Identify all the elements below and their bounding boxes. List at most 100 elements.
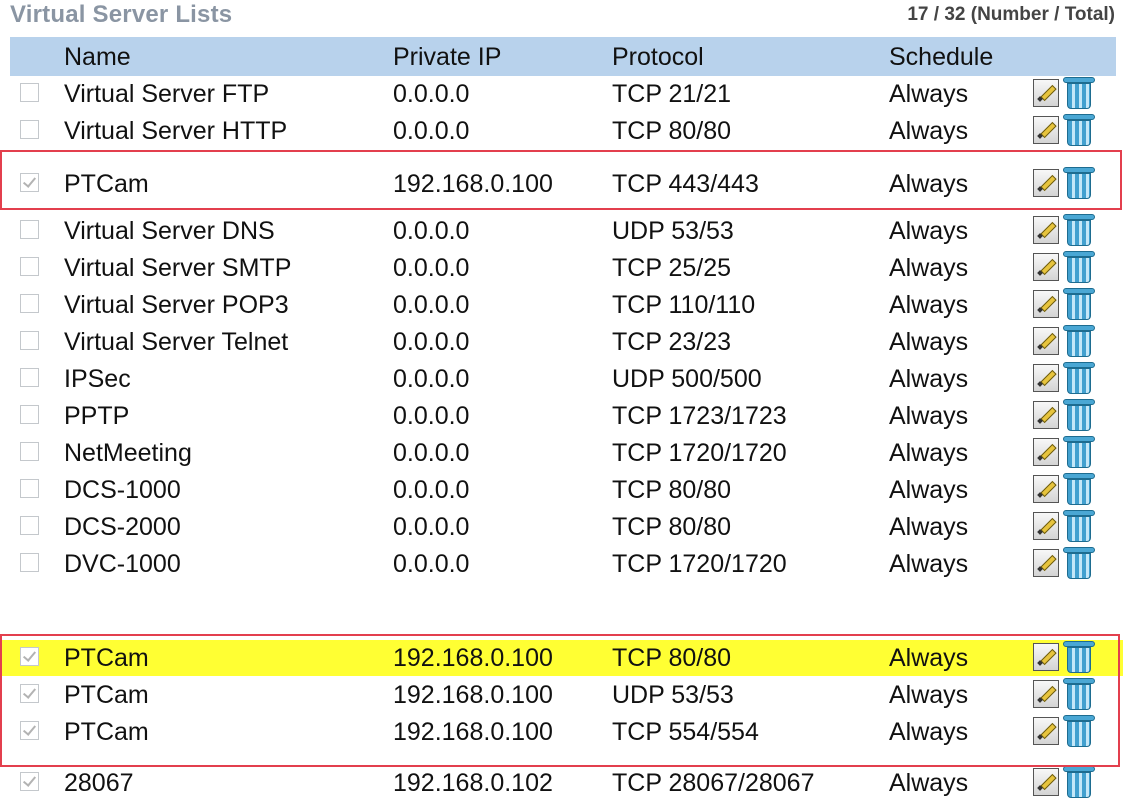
trash-body-icon bbox=[1067, 220, 1091, 246]
schedule-cell: Always bbox=[889, 476, 969, 504]
schedule-cell: Always bbox=[889, 328, 969, 356]
protocol-cell: UDP 53/53 bbox=[612, 217, 734, 245]
edit-icon[interactable] bbox=[1033, 79, 1059, 107]
protocol-cell: UDP 500/500 bbox=[612, 365, 762, 393]
edit-icon[interactable] bbox=[1033, 438, 1059, 466]
column-header-private-ip: Private IP bbox=[393, 43, 502, 71]
table-row: Virtual Server POP3 0.0.0.0 TCP 110/110 Alw… bbox=[0, 287, 1123, 323]
server-name-cell: DVC-1000 bbox=[64, 550, 181, 578]
row-enable-checkbox[interactable] bbox=[20, 257, 39, 276]
row-enable-checkbox[interactable] bbox=[20, 479, 39, 498]
row-enable-checkbox[interactable] bbox=[20, 772, 39, 791]
trash-body-icon bbox=[1067, 368, 1091, 394]
private-ip-cell: 0.0.0.0 bbox=[393, 513, 470, 541]
edit-icon[interactable] bbox=[1033, 475, 1059, 503]
edit-icon[interactable] bbox=[1033, 768, 1059, 796]
table-row: Virtual Server HTTP 0.0.0.0 TCP 80/80 Alway… bbox=[0, 113, 1123, 149]
server-name-cell: Virtual Server HTTP bbox=[64, 117, 288, 145]
trash-icon[interactable] bbox=[1062, 399, 1096, 431]
private-ip-cell: 0.0.0.0 bbox=[393, 439, 470, 467]
edit-icon[interactable] bbox=[1033, 364, 1059, 392]
trash-body-icon bbox=[1067, 516, 1091, 542]
trash-body-icon bbox=[1067, 405, 1091, 431]
schedule-cell: Always bbox=[889, 513, 969, 541]
edit-icon[interactable] bbox=[1033, 290, 1059, 318]
row-enable-checkbox[interactable] bbox=[20, 331, 39, 350]
column-header-schedule: Schedule bbox=[889, 43, 994, 71]
server-name-cell: IPSec bbox=[64, 365, 131, 393]
trash-icon[interactable] bbox=[1062, 114, 1096, 146]
trash-body-icon bbox=[1067, 257, 1091, 283]
private-ip-cell: 0.0.0.0 bbox=[393, 117, 470, 145]
trash-body-icon bbox=[1067, 442, 1091, 468]
row-enable-checkbox[interactable] bbox=[20, 294, 39, 313]
table-row: NetMeeting 0.0.0.0 TCP 1720/1720 Always bbox=[0, 435, 1123, 471]
table-header: Name Private IP Protocol Schedule bbox=[10, 37, 1116, 76]
private-ip-cell: 192.168.0.102 bbox=[393, 769, 553, 797]
trash-icon[interactable] bbox=[1062, 766, 1096, 798]
private-ip-cell: 0.0.0.0 bbox=[393, 402, 470, 430]
column-header-protocol: Protocol bbox=[612, 43, 704, 71]
server-name-cell: DCS-1000 bbox=[64, 476, 181, 504]
protocol-cell: TCP 23/23 bbox=[612, 328, 732, 356]
row-enable-checkbox[interactable] bbox=[20, 516, 39, 535]
row-enable-checkbox[interactable] bbox=[20, 442, 39, 461]
edit-icon[interactable] bbox=[1033, 549, 1059, 577]
private-ip-cell: 0.0.0.0 bbox=[393, 291, 470, 319]
server-name-cell: Virtual Server DNS bbox=[64, 217, 275, 245]
trash-icon[interactable] bbox=[1062, 77, 1096, 109]
server-name-cell: Virtual Server POP3 bbox=[64, 291, 289, 319]
edit-icon[interactable] bbox=[1033, 327, 1059, 355]
row-enable-checkbox[interactable] bbox=[20, 220, 39, 239]
record-count: 17 / 32 (Number / Total) bbox=[907, 4, 1115, 25]
edit-icon[interactable] bbox=[1033, 401, 1059, 429]
edit-icon[interactable] bbox=[1033, 512, 1059, 540]
trash-icon[interactable] bbox=[1062, 288, 1096, 320]
private-ip-cell: 0.0.0.0 bbox=[393, 80, 470, 108]
private-ip-cell: 0.0.0.0 bbox=[393, 550, 470, 578]
server-name-cell: NetMeeting bbox=[64, 439, 192, 467]
row-enable-checkbox[interactable] bbox=[20, 405, 39, 424]
column-header-name: Name bbox=[64, 43, 131, 71]
schedule-cell: Always bbox=[889, 550, 969, 578]
trash-icon[interactable] bbox=[1062, 362, 1096, 394]
edit-icon[interactable] bbox=[1033, 116, 1059, 144]
trash-body-icon bbox=[1067, 553, 1091, 579]
row-enable-checkbox[interactable] bbox=[20, 83, 39, 102]
trash-icon[interactable] bbox=[1062, 436, 1096, 468]
table-row: PPTP 0.0.0.0 TCP 1723/1723 Always bbox=[0, 398, 1123, 434]
trash-icon[interactable] bbox=[1062, 510, 1096, 542]
row-enable-checkbox[interactable] bbox=[20, 553, 39, 572]
protocol-cell: TCP 21/21 bbox=[612, 80, 732, 108]
edit-icon[interactable] bbox=[1033, 216, 1059, 244]
trash-icon[interactable] bbox=[1062, 325, 1096, 357]
protocol-cell: TCP 1720/1720 bbox=[612, 550, 787, 578]
private-ip-cell: 0.0.0.0 bbox=[393, 476, 470, 504]
schedule-cell: Always bbox=[889, 365, 969, 393]
trash-icon[interactable] bbox=[1062, 251, 1096, 283]
schedule-cell: Always bbox=[889, 117, 969, 145]
row-enable-checkbox[interactable] bbox=[20, 120, 39, 139]
server-name-cell: Virtual Server FTP bbox=[64, 80, 270, 108]
edit-icon[interactable] bbox=[1033, 253, 1059, 281]
row-enable-checkbox[interactable] bbox=[20, 368, 39, 387]
trash-icon[interactable] bbox=[1062, 214, 1096, 246]
protocol-cell: TCP 80/80 bbox=[612, 513, 732, 541]
trash-body-icon bbox=[1067, 120, 1091, 146]
annotation-box-row-group bbox=[0, 634, 1120, 767]
server-name-cell: PPTP bbox=[64, 402, 130, 430]
protocol-cell: TCP 110/110 bbox=[612, 291, 756, 319]
trash-icon[interactable] bbox=[1062, 547, 1096, 579]
protocol-cell: TCP 28067/28067 bbox=[612, 769, 815, 797]
table-row: DCS-1000 0.0.0.0 TCP 80/80 Always bbox=[0, 472, 1123, 508]
table-row: Virtual Server FTP 0.0.0.0 TCP 21/21 Always bbox=[0, 76, 1123, 112]
private-ip-cell: 0.0.0.0 bbox=[393, 328, 470, 356]
table-row: IPSec 0.0.0.0 UDP 500/500 Always bbox=[0, 361, 1123, 397]
table-row: Virtual Server DNS 0.0.0.0 UDP 53/53 Always bbox=[0, 213, 1123, 249]
table-row: DCS-2000 0.0.0.0 TCP 80/80 Always bbox=[0, 509, 1123, 545]
private-ip-cell: 0.0.0.0 bbox=[393, 254, 470, 282]
server-name-cell: DCS-2000 bbox=[64, 513, 181, 541]
server-name-cell: Virtual Server Telnet bbox=[64, 328, 289, 356]
trash-icon[interactable] bbox=[1062, 473, 1096, 505]
trash-body-icon bbox=[1067, 331, 1091, 357]
